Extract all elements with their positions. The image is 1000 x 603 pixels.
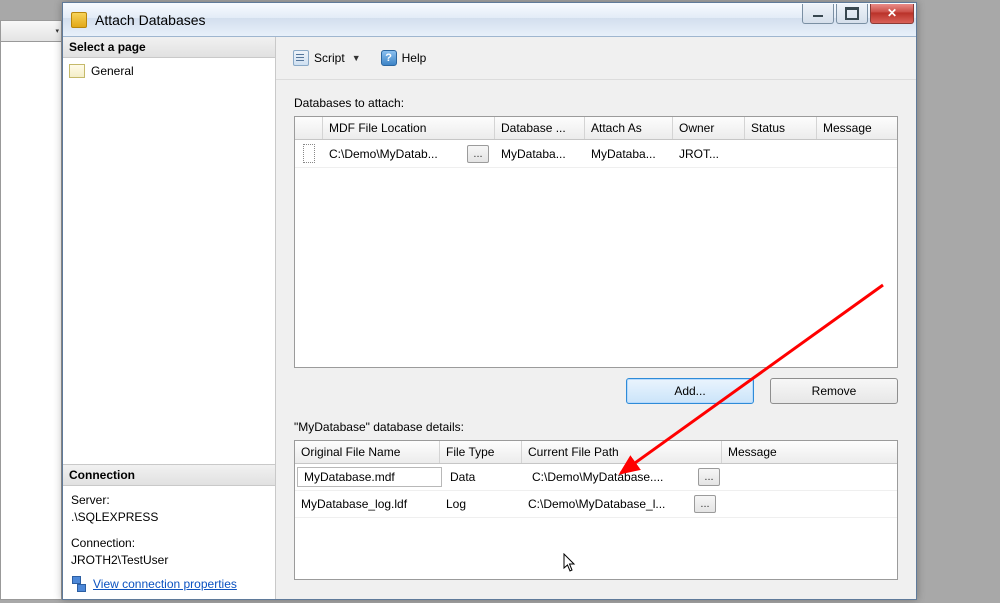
orig-file: MyDatabase.mdf [297,467,442,487]
select-page-header: Select a page [63,37,275,58]
owner: JROT... [673,143,745,165]
table-row[interactable]: MyDatabase.mdf Data C:\Demo\MyDatabase..… [295,464,897,491]
add-button[interactable]: Add... [626,378,754,404]
col-file-type[interactable]: File Type [440,441,522,463]
server-value: .\SQLEXPRESS [71,509,267,526]
connection-properties-icon [71,576,87,592]
chevron-down-icon: ▼ [352,53,361,63]
table-row[interactable]: MyDatabase_log.ldf Log C:\Demo\MyDatabas… [295,491,897,518]
close-button[interactable] [870,4,914,24]
col-current-path[interactable]: Current File Path [522,441,722,463]
view-connection-properties-link[interactable]: View connection properties [93,576,237,593]
maximize-button[interactable] [836,4,868,24]
sidebar-item-label: General [91,64,134,78]
connection-label: Connection: [71,535,267,552]
window-title: Attach Databases [95,12,800,28]
col-owner[interactable]: Owner [673,117,745,139]
col-database[interactable]: Database ... [495,117,585,139]
attach-databases-dialog: Attach Databases Select a page General C… [62,2,917,600]
help-label: Help [402,51,427,65]
mdf-path: C:\Demo\MyDatab... [329,147,463,161]
help-button[interactable]: Help [374,46,434,70]
sidebar-item-general[interactable]: General [69,62,269,80]
orig-file: MyDatabase_log.ldf [295,493,440,515]
databases-grid[interactable]: MDF File Location Database ... Attach As… [294,116,898,368]
titlebar[interactable]: Attach Databases [63,3,916,37]
attach-as: MyDataba... [585,143,673,165]
page-icon [69,64,85,78]
minimize-button[interactable] [802,4,834,24]
script-icon [293,50,309,66]
database-icon [71,12,87,28]
script-button[interactable]: Script ▼ [286,46,368,70]
col-message[interactable]: Message [817,117,897,139]
help-icon [381,50,397,66]
file-type: Data [444,466,526,488]
browse-mdf-button[interactable]: ... [467,145,489,163]
current-path: C:\Demo\MyDatabase_l... [528,497,690,511]
db-name: MyDataba... [495,143,585,165]
connection-header: Connection [63,465,275,486]
col-original-file[interactable]: Original File Name [295,441,440,463]
details-grid[interactable]: Original File Name File Type Current Fil… [294,440,898,580]
col-status[interactable]: Status [745,117,817,139]
server-label: Server: [71,492,267,509]
browse-path-button[interactable]: ... [698,468,720,486]
script-label: Script [314,51,345,65]
browse-path-button[interactable]: ... [694,495,716,513]
file-type: Log [440,493,522,515]
col-attach-as[interactable]: Attach As [585,117,673,139]
table-row[interactable]: C:\Demo\MyDatab... ... MyDataba... MyDat… [295,140,897,168]
row-selector[interactable] [303,144,315,163]
col-mdf[interactable]: MDF File Location [323,117,495,139]
remove-button[interactable]: Remove [770,378,898,404]
databases-to-attach-label: Databases to attach: [294,96,898,110]
current-path: C:\Demo\MyDatabase.... [532,470,694,484]
database-details-label: "MyDatabase" database details: [294,420,898,434]
connection-value: JROTH2\TestUser [71,552,267,569]
col-message2[interactable]: Message [722,441,897,463]
